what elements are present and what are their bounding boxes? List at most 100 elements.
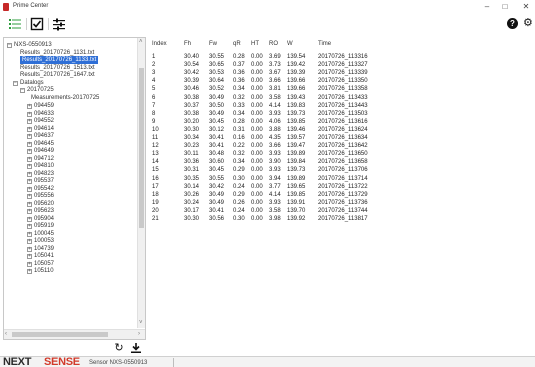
table-cell: 0.00 [251, 102, 263, 109]
table-cell: 0.00 [251, 70, 263, 77]
table-cell: 5 [152, 86, 156, 93]
table-cell: 3.66 [269, 78, 281, 85]
table-cell: 30.12 [209, 126, 225, 133]
expand-icon[interactable]: + [27, 134, 32, 139]
column-header[interactable]: Time [318, 40, 331, 48]
table-cell: 3.93 [269, 110, 281, 117]
table-cell: 6 [152, 94, 156, 101]
table-cell: 3.58 [269, 94, 281, 101]
tree-node-label: 094823 [34, 170, 55, 177]
expand-icon[interactable]: + [27, 111, 32, 117]
scroll-up-icon[interactable]: ˄ [139, 38, 143, 46]
table-cell: 139.42 [287, 62, 306, 69]
tree-horizontal-scrollbar[interactable]: ‹ › [4, 329, 145, 339]
column-header[interactable]: HT [251, 40, 259, 48]
table-cell: 0.37 [233, 62, 245, 69]
table-cell: 3.69 [269, 54, 281, 60]
expand-icon[interactable]: + [27, 179, 32, 184]
table-cell: 0.00 [251, 151, 263, 158]
title-bar: Prime Center – □ ✕ [0, 0, 535, 14]
column-header[interactable]: Fw [209, 40, 217, 48]
expand-icon[interactable]: + [27, 126, 32, 132]
expand-icon[interactable]: + [27, 164, 32, 169]
filter-button[interactable] [52, 17, 66, 31]
column-header[interactable]: RO [269, 40, 278, 48]
table-cell: 20170726_113714 [318, 175, 368, 182]
tree-node-label: 100045 [34, 230, 55, 237]
tree-datalog-item[interactable]: +105110 [27, 267, 54, 275]
expand-icon[interactable]: + [27, 119, 32, 124]
table-cell: 30.24 [184, 199, 200, 206]
expand-icon[interactable]: + [27, 209, 32, 214]
table-cell: 4.14 [269, 191, 281, 198]
expand-icon[interactable]: + [27, 216, 32, 222]
expand-icon[interactable]: + [27, 156, 32, 162]
table-cell: 139.85 [287, 118, 306, 125]
expand-icon[interactable]: + [27, 201, 32, 207]
expand-icon[interactable]: + [27, 141, 32, 147]
expand-icon[interactable]: + [27, 104, 32, 109]
table-cell: 0.00 [251, 167, 263, 174]
table-cell: 4.35 [269, 135, 281, 141]
table-cell: 30.38 [184, 94, 200, 101]
refresh-button[interactable]: ↻ [113, 342, 125, 354]
table-cell: 0.00 [251, 118, 263, 125]
tree-vertical-scrollbar[interactable]: ˄ ˅ [137, 38, 145, 328]
collapse-icon[interactable]: − [7, 43, 12, 48]
column-header[interactable]: qR [233, 40, 241, 48]
expand-icon[interactable]: + [27, 224, 32, 229]
scroll-right-icon[interactable]: › [138, 330, 140, 338]
file-tree[interactable]: − NXS-0550913 Results_20170726_1131.txt Res… [3, 37, 146, 340]
expand-icon[interactable]: + [27, 171, 32, 177]
minimize-button[interactable]: – [480, 1, 494, 13]
table-cell: 0.28 [233, 118, 245, 125]
expand-icon[interactable]: + [27, 246, 32, 252]
expand-icon[interactable]: + [27, 231, 32, 237]
tree-scroll-thumb[interactable] [139, 68, 144, 228]
table-cell: 30.55 [209, 54, 225, 60]
status-separator [173, 358, 174, 367]
table-cell: 0.00 [251, 94, 263, 101]
help-button[interactable]: ? [507, 18, 518, 29]
collapse-icon[interactable]: − [20, 88, 25, 93]
column-header[interactable]: Fh [184, 40, 191, 48]
close-button[interactable]: ✕ [519, 1, 533, 13]
table-cell: 30.52 [209, 86, 225, 93]
table-cell: 0.00 [251, 126, 263, 133]
maximize-button[interactable]: □ [498, 1, 512, 13]
expand-icon[interactable]: + [27, 254, 32, 259]
check-button[interactable] [30, 17, 44, 31]
tree-node-label: 094712 [34, 155, 55, 162]
table-cell: 0.34 [233, 86, 245, 93]
expand-icon[interactable]: + [27, 186, 32, 192]
tree-node-label: Results_20170726_1647.txt [20, 72, 95, 78]
table-cell: 20170726_113327 [318, 62, 368, 69]
table-cell: 30.54 [184, 62, 200, 69]
expand-icon[interactable]: + [27, 269, 32, 274]
table-cell: 3.93 [269, 199, 281, 206]
table-cell: 30.35 [184, 175, 200, 182]
table-cell: 30.41 [209, 135, 225, 141]
download-button[interactable] [130, 342, 142, 354]
collapse-icon[interactable]: − [13, 80, 18, 86]
tree-hscroll-thumb[interactable] [12, 332, 108, 337]
table-cell: 139.66 [287, 78, 306, 85]
table-cell: 0.00 [251, 159, 263, 166]
column-header[interactable]: W [287, 40, 293, 48]
list-icon [9, 19, 21, 29]
scroll-left-icon[interactable]: ‹ [5, 330, 7, 338]
expand-icon[interactable]: + [27, 261, 32, 267]
table-cell: 0.34 [233, 159, 245, 166]
tree-measurements-item[interactable]: Measurements-20170725 [31, 94, 99, 102]
settings-button[interactable]: ⚙ [523, 17, 535, 30]
table-cell: 30.41 [209, 143, 225, 150]
expand-icon[interactable]: + [27, 194, 32, 199]
expand-icon[interactable]: + [27, 149, 32, 154]
table-cell: 12 [152, 143, 159, 150]
table-cell: 30.17 [184, 207, 200, 214]
scroll-down-icon[interactable]: ˅ [139, 319, 143, 327]
table-cell: 21 [152, 216, 159, 222]
list-view-button[interactable] [8, 17, 22, 31]
expand-icon[interactable]: + [27, 239, 32, 244]
column-header[interactable]: Index [152, 40, 167, 48]
